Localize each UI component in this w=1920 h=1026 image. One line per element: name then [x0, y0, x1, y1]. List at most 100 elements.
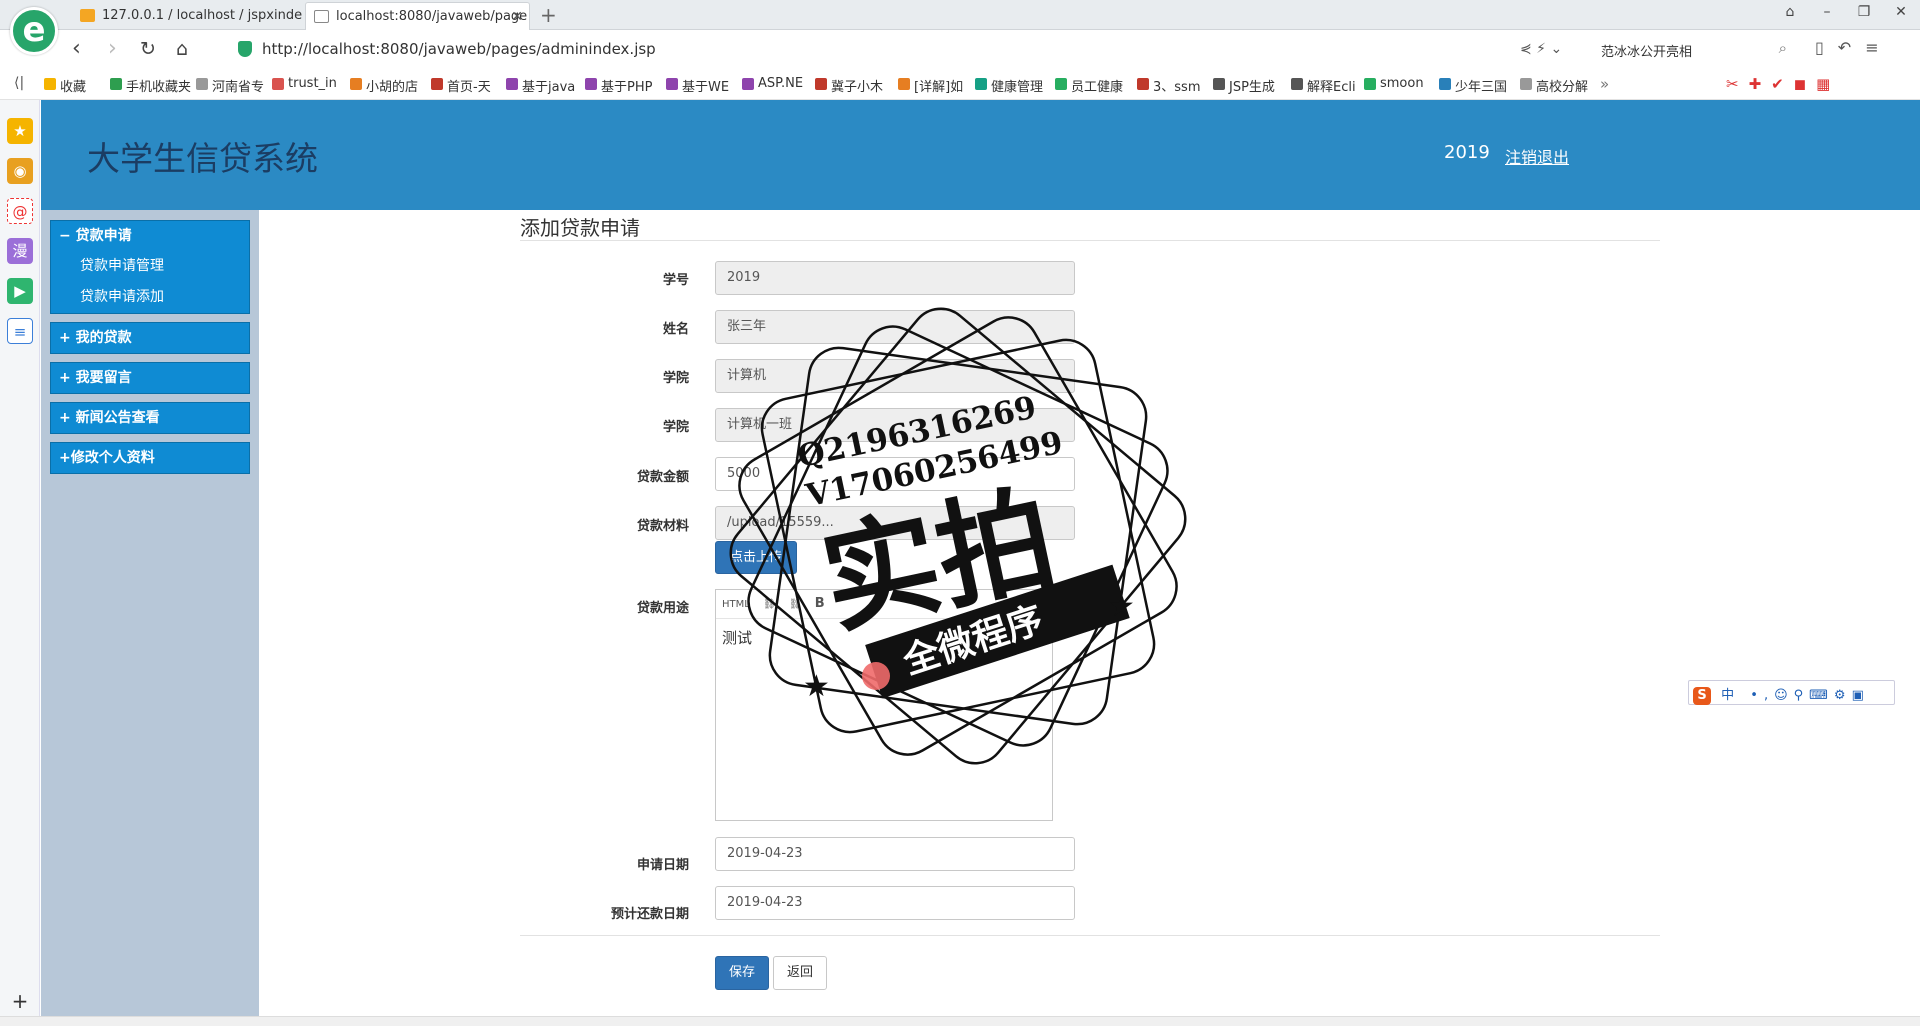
ime-tools-icons[interactable]: •,☺⚲⌨⚙▣	[1750, 688, 1870, 703]
reload-icon[interactable]: ↻	[140, 38, 156, 60]
bookmark-item[interactable]: 高校分解	[1520, 76, 1588, 95]
bold-button[interactable]: B	[815, 596, 825, 611]
video-icon[interactable]: ▶	[7, 278, 33, 304]
student-id-field[interactable]: 2019	[715, 261, 1075, 295]
forward-icon[interactable]: ›	[108, 36, 117, 61]
more-bookmarks-icon[interactable]: »	[1600, 75, 1619, 93]
menu-news-header[interactable]: + 新闻公告查看	[51, 403, 249, 433]
minimize-icon[interactable]: –	[1817, 4, 1837, 20]
bookmark-item[interactable]: ASP.NE	[742, 76, 803, 91]
tab-label: 127.0.0.1 / localhost / jspxinde	[102, 8, 302, 23]
menu-profile-header[interactable]: +修改个人资料	[51, 443, 249, 473]
bookmark-item[interactable]: 收藏	[44, 76, 86, 95]
bookmark-item[interactable]: 健康管理	[975, 76, 1043, 95]
app-title: 大学生信贷系统	[87, 139, 318, 178]
menu-my-loans: + 我的贷款	[50, 322, 250, 354]
email-icon[interactable]: @	[7, 198, 33, 224]
new-tab-icon[interactable]: +	[540, 3, 557, 27]
bookmark-item[interactable]: 基于java	[506, 76, 575, 95]
purpose-text[interactable]: 测试	[716, 619, 1052, 656]
menu-profile: +修改个人资料	[50, 442, 250, 474]
unlink-icon[interactable]: ⛓	[789, 599, 802, 610]
extension-icons[interactable]: ✂✚✔◼▦	[1726, 75, 1840, 93]
menu-loan-apply-header[interactable]: − 贷款申请	[51, 221, 249, 251]
ime-mode[interactable]: 中	[1721, 688, 1740, 703]
shirt-icon[interactable]: ⌂	[1780, 4, 1800, 20]
browser-tab-bar: e 127.0.0.1 / localhost / jspxinde local…	[0, 0, 1920, 55]
bookmark-item[interactable]: 首页-天	[431, 76, 491, 95]
logout-link[interactable]: 注销退出	[1505, 144, 1569, 168]
weibo-icon[interactable]: ◉	[7, 158, 33, 184]
loan-material-label: 贷款材料	[636, 519, 689, 534]
divider	[520, 240, 1660, 241]
menu-messages-header[interactable]: + 我要留言	[51, 363, 249, 393]
bookmark-item[interactable]: 小胡的店	[350, 76, 418, 95]
loan-amount-field[interactable]: 5000	[715, 457, 1075, 491]
add-icon[interactable]: +	[7, 988, 33, 1014]
tab-adminindex[interactable]: localhost:8080/javaweb/page ✕	[305, 2, 530, 30]
menu-loan-apply: − 贷款申请 贷款申请管理 贷款申请添加	[50, 220, 250, 314]
search-icon[interactable]: ⌕	[1779, 39, 1787, 57]
apply-date-label: 申请日期	[636, 858, 689, 873]
close-tab-icon[interactable]: ✕	[511, 3, 523, 30]
restore-icon[interactable]: ❐	[1854, 4, 1874, 20]
back-button[interactable]: 返回	[773, 956, 827, 990]
close-window-icon[interactable]: ✕	[1891, 4, 1911, 20]
collapse-sidebar-icon[interactable]: ⟨|	[14, 75, 24, 91]
menu-item-loan-manage[interactable]: 贷款申请管理	[51, 251, 249, 282]
link-icon[interactable]: ⛓	[763, 599, 776, 610]
college-field[interactable]: 计算机	[715, 359, 1075, 393]
ime-logo-icon: S	[1693, 687, 1711, 705]
bookmark-item[interactable]: trust_in	[272, 76, 337, 91]
apply-date-field[interactable]: 2019-04-23	[715, 837, 1075, 871]
bookmark-item[interactable]: 解释Ecli	[1291, 76, 1356, 95]
class-label: 学院	[662, 420, 689, 435]
bookmark-item[interactable]: 河南省专	[196, 76, 264, 95]
bookmark-item[interactable]: 3、ssm	[1137, 76, 1200, 95]
loan-material-field[interactable]: /upload/15559...	[715, 506, 1075, 540]
purpose-editor[interactable]: HTML ⛓ ⛓ B 测试	[715, 589, 1053, 821]
secure-shield-icon	[238, 41, 252, 57]
browser-logo-icon[interactable]: e	[10, 7, 58, 55]
editor-toolbar: HTML ⛓ ⛓ B	[716, 590, 1052, 619]
toolbar-icons[interactable]: ▯↶≡	[1815, 38, 1893, 57]
college-label: 学院	[662, 371, 689, 386]
page-title: 添加贷款申请	[520, 216, 640, 240]
bookmark-item[interactable]: 手机收藏夹	[110, 76, 191, 95]
back-icon[interactable]: ‹	[72, 36, 81, 61]
bookmark-item[interactable]: 基于PHP	[585, 76, 652, 95]
favorites-icon[interactable]: ★	[7, 118, 33, 144]
notes-icon[interactable]: ≡	[7, 318, 33, 344]
class-field[interactable]: 计算机一班	[715, 408, 1075, 442]
comic-icon[interactable]: 漫	[7, 238, 33, 264]
menu-my-loans-header[interactable]: + 我的贷款	[51, 323, 249, 353]
page-favicon-icon	[314, 10, 329, 23]
tab-label: localhost:8080/javaweb/page	[336, 9, 528, 24]
bookmark-item[interactable]: JSP生成	[1213, 76, 1275, 95]
repay-date-field[interactable]: 2019-04-23	[715, 886, 1075, 920]
ime-toolbar[interactable]: S 中 •,☺⚲⌨⚙▣	[1688, 680, 1895, 705]
save-button[interactable]: 保存	[715, 956, 769, 990]
search-text: 范冰冰公开亮相	[1601, 45, 1693, 60]
tab-phpmyadmin[interactable]: 127.0.0.1 / localhost / jspxinde	[72, 2, 302, 30]
app-sidebar: − 贷款申请 贷款申请管理 贷款申请添加 + 我的贷款 + 我要留言 + 新闻公…	[41, 210, 259, 1016]
name-field[interactable]: 张三年	[715, 310, 1075, 344]
bookmark-item[interactable]: smoon	[1364, 76, 1424, 91]
share-icon[interactable]: ⋞ ⚡ ⌄	[1520, 41, 1562, 57]
name-label: 姓名	[662, 322, 689, 337]
repay-date-label: 预计还款日期	[610, 907, 689, 922]
bookmark-item[interactable]: 少年三国	[1439, 76, 1507, 95]
loan-amount-label: 贷款金额	[636, 470, 689, 485]
bookmark-item[interactable]: [详解]如	[898, 76, 963, 95]
bookmark-item[interactable]: 员工健康	[1055, 76, 1123, 95]
main-content: 添加贷款申请 学号 2019 姓名 张三年 学院 计算机 学院 计算机一班 贷款…	[259, 210, 1920, 1016]
search-input[interactable]: 范冰冰公开亮相 ⌕	[1595, 37, 1787, 62]
bookmark-item[interactable]: 基于WE	[666, 76, 729, 95]
bookmark-item[interactable]: 冀子小木	[815, 76, 883, 95]
menu-item-loan-add[interactable]: 贷款申请添加	[51, 282, 249, 313]
upload-button[interactable]: 点击上传	[715, 541, 797, 574]
current-user: 2019	[1444, 142, 1490, 163]
home-icon[interactable]: ⌂	[176, 38, 188, 60]
html-mode-button[interactable]: HTML	[722, 599, 750, 610]
url-input[interactable]: http://localhost:8080/javaweb/pages/admi…	[262, 40, 656, 58]
